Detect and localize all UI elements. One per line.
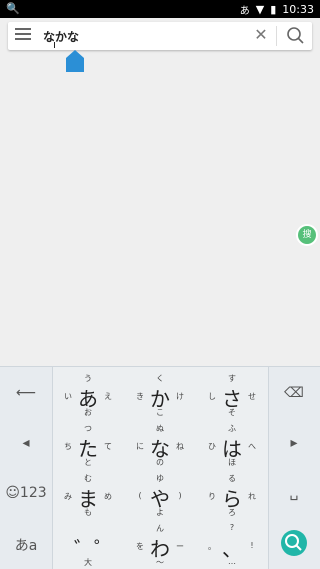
menu-icon[interactable] <box>15 28 31 42</box>
key-na[interactable]: なぬにねの <box>124 419 196 469</box>
key-ha-d: ほ <box>228 458 236 467</box>
key-sa-d: そ <box>228 408 236 417</box>
space-key-label: ␣ <box>289 485 299 501</box>
key-ma[interactable]: まむみめも <box>52 469 124 519</box>
key-dakuten[interactable]: ゛゜大⇔小 <box>52 519 124 569</box>
key-punct-u: ? <box>229 523 235 532</box>
cursor-right-key-label: ▸ <box>290 435 298 451</box>
ime-indicator: あ <box>239 6 250 17</box>
key-ya-u: ゆ <box>156 474 164 483</box>
key-ta-l: ち <box>64 442 72 451</box>
key-na-u: ぬ <box>156 424 164 433</box>
status-bar: 🔍 あ ▼ ▮ 10:33 <box>0 0 320 18</box>
key-a-d: お <box>84 408 92 417</box>
key-ha[interactable]: はふひへほ <box>196 419 268 469</box>
key-punct[interactable]: 、?。!… <box>196 519 268 569</box>
emoji-key-label: ☺123 <box>5 485 47 501</box>
key-wa-u: ん <box>156 524 164 533</box>
key-ka-r: け <box>176 392 184 401</box>
battery-icon: ▮ <box>270 3 277 16</box>
key-ka-u: く <box>156 374 164 383</box>
key-ra-d: ろ <box>228 508 236 517</box>
key-dakuten-d: 大⇔小 <box>84 558 92 569</box>
cursor-left-key[interactable]: ◂ <box>0 419 52 469</box>
key-sa[interactable]: さすしせそ <box>196 369 268 419</box>
key-ha-r: へ <box>248 442 256 451</box>
key-wa[interactable]: わんをー〜 <box>124 519 196 569</box>
cursor-left-key-label: ◂ <box>22 435 30 451</box>
key-ha-u: ふ <box>228 424 236 433</box>
key-punct-l: 。 <box>208 542 216 551</box>
key-ya-l: ( <box>138 491 142 500</box>
key-punct-r: ! <box>250 541 254 550</box>
key-ya-d: よ <box>156 508 164 517</box>
key-ma-u: む <box>84 474 92 483</box>
key-sa-r: せ <box>248 392 256 401</box>
search-icon[interactable] <box>286 26 306 46</box>
key-a-u: う <box>84 374 92 383</box>
undo-key[interactable]: ⟵ <box>0 369 52 419</box>
cursor-right-key[interactable]: ▸ <box>268 419 320 469</box>
cursor-handle[interactable] <box>66 50 84 72</box>
key-ma-l: み <box>64 492 72 501</box>
text-caret <box>54 42 55 48</box>
key-ta-d: と <box>84 458 92 467</box>
floating-search-badge[interactable]: 搜 <box>298 226 316 244</box>
key-ha-l: ひ <box>208 442 216 451</box>
clock: 10:33 <box>282 3 314 16</box>
key-ta-r: て <box>104 442 112 451</box>
undo-key-label: ⟵ <box>15 385 37 401</box>
key-ka-d: こ <box>156 408 164 417</box>
search-input[interactable]: なかな <box>43 28 79 45</box>
mode-switch-key-label: あa <box>14 538 38 554</box>
key-na-d: の <box>156 458 164 467</box>
key-ka-l: き <box>136 392 144 401</box>
key-ka[interactable]: かくきけこ <box>124 369 196 419</box>
mode-switch-key[interactable]: あa <box>0 519 52 569</box>
key-ya-r: ) <box>178 491 182 500</box>
clear-icon[interactable]: ✕ <box>253 27 269 43</box>
search-divider <box>276 26 277 46</box>
search-status-icon: 🔍 <box>6 2 20 15</box>
key-sa-l: し <box>208 392 216 401</box>
key-ra-r: れ <box>248 492 256 501</box>
search-go-icon <box>285 534 302 551</box>
key-wa-l: を <box>136 542 144 551</box>
key-na-r: ね <box>176 442 184 451</box>
key-na-l: に <box>136 442 144 451</box>
key-ya[interactable]: やゆ() よ <box>124 469 196 519</box>
key-ra-l: り <box>208 492 216 501</box>
keyboard: ⟵ ◂ ☺123 あa ⌫ ▸ ␣ あういえおかくきけこさすしせそたつちてとなぬにねのはふ… <box>0 366 320 569</box>
key-sa-u: す <box>228 374 236 383</box>
key-wa-d: 〜 <box>156 558 164 567</box>
key-ra-u: る <box>228 474 236 483</box>
backspace-key-label: ⌫ <box>284 385 304 401</box>
emoji-key[interactable]: ☺123 <box>0 469 52 519</box>
key-ma-r: め <box>104 492 112 501</box>
key-ta[interactable]: たつちてと <box>52 419 124 469</box>
key-ma-d: も <box>84 508 92 517</box>
key-ra[interactable]: らるりれろ <box>196 469 268 519</box>
search-go-button[interactable] <box>281 530 307 556</box>
space-key[interactable]: ␣ <box>268 469 320 519</box>
key-a-r: え <box>104 392 112 401</box>
key-punct-d: … <box>228 557 236 566</box>
key-wa-r: ー <box>176 542 184 551</box>
wifi-icon: ▼ <box>255 3 265 16</box>
backspace-key[interactable]: ⌫ <box>268 369 320 419</box>
search-bar: なかな ✕ <box>8 22 312 50</box>
key-a-l: い <box>64 392 72 401</box>
key-ta-u: つ <box>84 424 92 433</box>
key-a[interactable]: あういえお <box>52 369 124 419</box>
